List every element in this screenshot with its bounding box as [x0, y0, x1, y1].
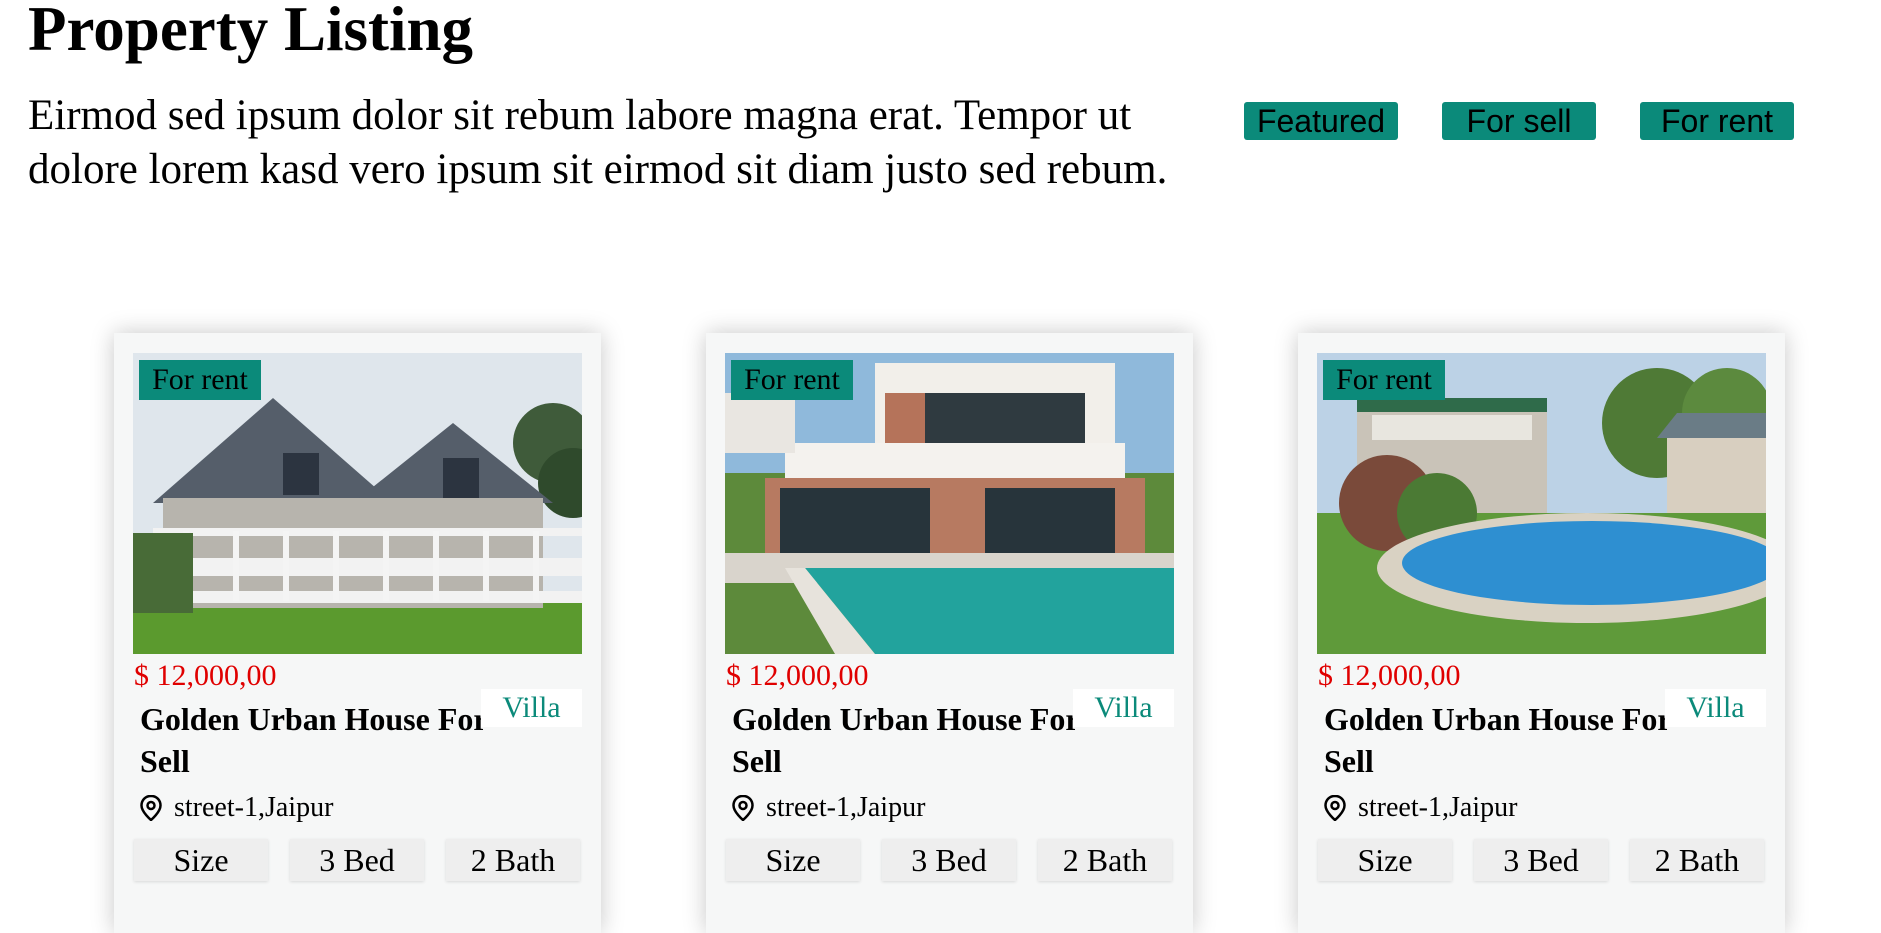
feature-baths: 2 Bath — [1630, 839, 1764, 881]
property-location: street-1,Jaipur — [140, 791, 333, 825]
feature-size: Size — [726, 839, 860, 881]
category-label: Villa — [1665, 689, 1766, 727]
property-card[interactable]: For rent $ 12,000,00 Golden Urban House … — [1298, 333, 1785, 933]
filter-for-rent-button[interactable]: For rent — [1640, 102, 1794, 140]
property-title[interactable]: Golden Urban House For Sell — [1324, 698, 1724, 782]
listing-type-badge: For rent — [731, 360, 853, 400]
property-title[interactable]: Golden Urban House For Sell — [140, 698, 540, 782]
location-pin-icon — [732, 795, 754, 821]
price: $ 12,000,00 — [134, 659, 277, 692]
category-label: Villa — [481, 689, 582, 727]
feature-baths: 2 Bath — [1038, 839, 1172, 881]
feature-beds: 3 Bed — [882, 839, 1016, 881]
feature-beds: 3 Bed — [290, 839, 424, 881]
property-title[interactable]: Golden Urban House For Sell — [732, 698, 1132, 782]
location-text: street-1,Jaipur — [1358, 792, 1518, 823]
price: $ 12,000,00 — [1318, 659, 1461, 692]
feature-baths: 2 Bath — [446, 839, 580, 881]
property-location: street-1,Jaipur — [1324, 791, 1517, 825]
filter-featured-button[interactable]: Featured — [1244, 102, 1398, 140]
category-label: Villa — [1073, 689, 1174, 727]
location-text: street-1,Jaipur — [174, 792, 334, 823]
page-title: Property Listing — [28, 0, 474, 64]
feature-size: Size — [134, 839, 268, 881]
property-location: street-1,Jaipur — [732, 791, 925, 825]
feature-beds: 3 Bed — [1474, 839, 1608, 881]
listing-type-badge: For rent — [139, 360, 261, 400]
location-text: street-1,Jaipur — [766, 792, 926, 823]
property-card[interactable]: For rent $ 12,000,00 Golden Urban House … — [114, 333, 601, 933]
location-pin-icon — [140, 795, 162, 821]
location-pin-icon — [1324, 795, 1346, 821]
price: $ 12,000,00 — [726, 659, 869, 692]
feature-size: Size — [1318, 839, 1452, 881]
filter-for-sell-button[interactable]: For sell — [1442, 102, 1596, 140]
listing-type-badge: For rent — [1323, 360, 1445, 400]
property-card[interactable]: For rent $ 12,000,00 Golden Urban House … — [706, 333, 1193, 933]
page-intro: Eirmod sed ipsum dolor sit rebum labore … — [28, 92, 1168, 193]
